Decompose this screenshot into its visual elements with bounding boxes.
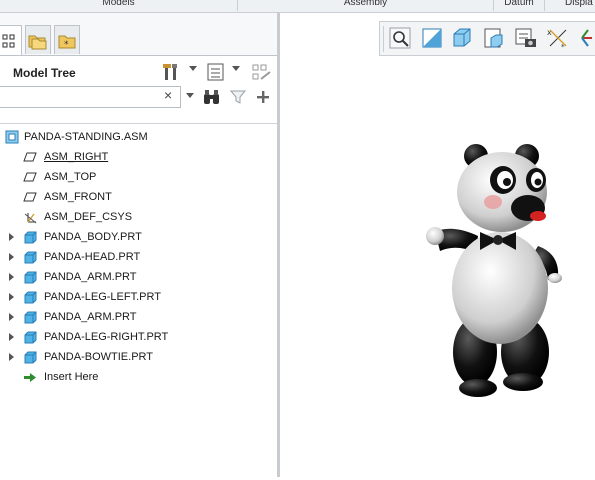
model-tree-tab[interactable] bbox=[0, 25, 22, 56]
clear-search-icon[interactable]: × bbox=[164, 87, 172, 103]
navigator-pane: * Model Tree × PANDA-STANDING.ASM ASM_RI… bbox=[0, 13, 280, 478]
saved-views-icon[interactable] bbox=[514, 26, 538, 50]
expand-caret-icon[interactable] bbox=[9, 353, 14, 361]
tree-item[interactable]: ASM_DEF_CSYS bbox=[0, 207, 277, 227]
filter-icon[interactable] bbox=[230, 89, 246, 105]
tree-item[interactable]: ASM_RIGHT bbox=[0, 147, 277, 167]
tree-item-label: PANDA-LEG-LEFT.PRT bbox=[44, 291, 161, 303]
ribbon-group-labels: Models Assembly Datum Displa bbox=[0, 0, 595, 13]
settings-tools-icon[interactable] bbox=[162, 62, 182, 82]
datum-plane-icon bbox=[23, 152, 37, 162]
tree-root-label: PANDA-STANDING.ASM bbox=[24, 131, 148, 143]
add-column-icon[interactable] bbox=[256, 90, 270, 104]
tree-item[interactable]: PANDA_ARM.PRT bbox=[0, 307, 277, 327]
search-field[interactable] bbox=[0, 86, 181, 108]
tree-item-label: ASM_RIGHT bbox=[44, 151, 109, 163]
tree-item-label: PANDA-BOWTIE.PRT bbox=[44, 351, 153, 363]
model-tree-icon bbox=[2, 34, 15, 48]
csys-icon bbox=[24, 213, 37, 224]
svg-text:*: * bbox=[64, 40, 69, 50]
toolbar-separator bbox=[383, 26, 384, 52]
assembly-icon bbox=[5, 130, 19, 144]
tree-item-label: Insert Here bbox=[44, 371, 99, 383]
tree-item-label: PANDA_BODY.PRT bbox=[44, 231, 142, 243]
expand-caret-icon[interactable] bbox=[9, 313, 14, 321]
display-style-icon[interactable] bbox=[482, 26, 506, 50]
panel-title: Model Tree bbox=[13, 66, 76, 80]
find-binoculars-icon[interactable] bbox=[203, 89, 221, 105]
svg-text:*: * bbox=[561, 43, 565, 50]
model-tree: PANDA-STANDING.ASM ASM_RIGHT ASM_TOP ASM_F… bbox=[0, 123, 277, 476]
search-dropdown-icon[interactable] bbox=[186, 93, 194, 98]
expand-caret-icon[interactable] bbox=[9, 233, 14, 241]
tree-item[interactable]: PANDA_BODY.PRT bbox=[0, 227, 277, 247]
show-options-icon[interactable] bbox=[206, 62, 226, 82]
part-icon bbox=[24, 331, 37, 344]
expand-caret-icon[interactable] bbox=[9, 333, 14, 341]
folder-browser-icon bbox=[28, 35, 47, 50]
show-dropdown-icon[interactable] bbox=[232, 66, 240, 71]
part-icon bbox=[24, 291, 37, 304]
folder-browser-tab[interactable] bbox=[25, 25, 51, 54]
favorites-icon: * bbox=[58, 35, 76, 50]
datum-display-icon[interactable]: x * bbox=[546, 26, 570, 50]
insert-arrow-icon bbox=[24, 373, 36, 382]
spin-center-icon[interactable] bbox=[576, 26, 595, 50]
tree-item[interactable]: ASM_FRONT bbox=[0, 187, 277, 207]
part-icon bbox=[24, 231, 37, 244]
tree-item-label: ASM_FRONT bbox=[44, 191, 112, 203]
graphics-viewport[interactable] bbox=[280, 56, 595, 477]
expand-caret-icon[interactable] bbox=[9, 253, 14, 261]
part-icon bbox=[24, 251, 37, 264]
tree-filter-hide-icon[interactable] bbox=[251, 62, 271, 82]
ribbon-group-assembly[interactable]: Assembly bbox=[238, 0, 494, 11]
search-input[interactable] bbox=[0, 87, 164, 107]
tree-item-label: ASM_TOP bbox=[44, 171, 97, 183]
tree-item[interactable]: PANDA-BOWTIE.PRT bbox=[0, 347, 277, 367]
model-tree-panel: Model Tree × PANDA-STANDING.ASM ASM_RIGH… bbox=[0, 55, 277, 478]
tree-root-row[interactable]: PANDA-STANDING.ASM bbox=[0, 127, 277, 147]
tree-item-label: PANDA_ARM.PRT bbox=[44, 311, 137, 323]
favorites-tab[interactable]: * bbox=[54, 25, 80, 54]
expand-caret-icon[interactable] bbox=[9, 273, 14, 281]
svg-text:x: x bbox=[547, 28, 552, 37]
tree-item[interactable]: PANDA-LEG-RIGHT.PRT bbox=[0, 327, 277, 347]
tree-item[interactable]: PANDA-HEAD.PRT bbox=[0, 247, 277, 267]
ribbon-group-models[interactable]: Models bbox=[0, 0, 238, 11]
tree-item[interactable]: PANDA_ARM.PRT bbox=[0, 267, 277, 287]
ribbon-group-datum[interactable]: Datum bbox=[494, 0, 545, 11]
expand-caret-icon[interactable] bbox=[9, 293, 14, 301]
insert-here-marker[interactable]: Insert Here bbox=[0, 367, 277, 387]
panda-model-render[interactable] bbox=[280, 56, 595, 477]
repaint-icon[interactable] bbox=[420, 26, 444, 50]
graphics-toolbar: x * bbox=[379, 21, 595, 56]
navigator-tabs: * bbox=[0, 25, 277, 56]
part-icon bbox=[24, 271, 37, 284]
tree-item-label: PANDA_ARM.PRT bbox=[44, 271, 137, 283]
zoom-to-fit-icon[interactable] bbox=[388, 26, 412, 50]
tree-item-label: PANDA-HEAD.PRT bbox=[44, 251, 141, 263]
datum-plane-icon bbox=[23, 172, 37, 182]
tree-item-label: PANDA-LEG-RIGHT.PRT bbox=[44, 331, 169, 343]
part-icon bbox=[24, 311, 37, 324]
shading-icon[interactable] bbox=[450, 26, 474, 50]
datum-plane-icon bbox=[23, 192, 37, 202]
settings-dropdown-icon[interactable] bbox=[189, 66, 197, 71]
tree-item[interactable]: PANDA-LEG-LEFT.PRT bbox=[0, 287, 277, 307]
part-icon bbox=[24, 351, 37, 364]
ribbon-group-display[interactable]: Displa bbox=[545, 0, 595, 11]
tree-item[interactable]: ASM_TOP bbox=[0, 167, 277, 187]
tree-item-label: ASM_DEF_CSYS bbox=[44, 211, 133, 223]
